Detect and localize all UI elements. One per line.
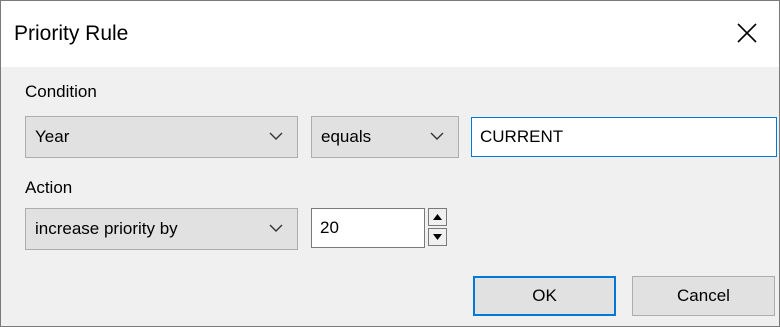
priority-rule-dialog: Priority Rule Condition Year equals CURR… bbox=[0, 0, 780, 327]
chevron-down-icon bbox=[269, 224, 283, 232]
condition-value-text: CURRENT bbox=[480, 127, 564, 146]
arrow-up-icon bbox=[433, 214, 442, 220]
condition-operator-value: equals bbox=[321, 127, 372, 146]
condition-field-value: Year bbox=[35, 127, 70, 146]
arrow-down-icon bbox=[433, 234, 442, 240]
cancel-button[interactable]: Cancel bbox=[632, 276, 775, 316]
close-icon bbox=[737, 23, 757, 43]
condition-field-dropdown[interactable]: Year bbox=[25, 116, 298, 158]
action-type-dropdown[interactable]: increase priority by bbox=[25, 208, 298, 250]
ok-button[interactable]: OK bbox=[473, 276, 616, 316]
title-bar: Priority Rule bbox=[1, 1, 779, 67]
action-type-value: increase priority by bbox=[35, 219, 178, 238]
action-label: Action bbox=[25, 178, 73, 197]
close-button[interactable] bbox=[715, 1, 779, 67]
dialog-title: Priority Rule bbox=[14, 22, 129, 45]
chevron-down-icon bbox=[269, 132, 283, 140]
condition-label: Condition bbox=[25, 82, 97, 101]
spin-down-button[interactable] bbox=[428, 228, 447, 246]
spin-up-button[interactable] bbox=[428, 208, 447, 226]
priority-amount-input[interactable]: 20 bbox=[311, 208, 425, 248]
priority-amount-value: 20 bbox=[320, 218, 339, 237]
condition-operator-dropdown[interactable]: equals bbox=[311, 116, 459, 158]
condition-value-input[interactable]: CURRENT bbox=[471, 117, 777, 157]
chevron-down-icon bbox=[430, 132, 444, 140]
